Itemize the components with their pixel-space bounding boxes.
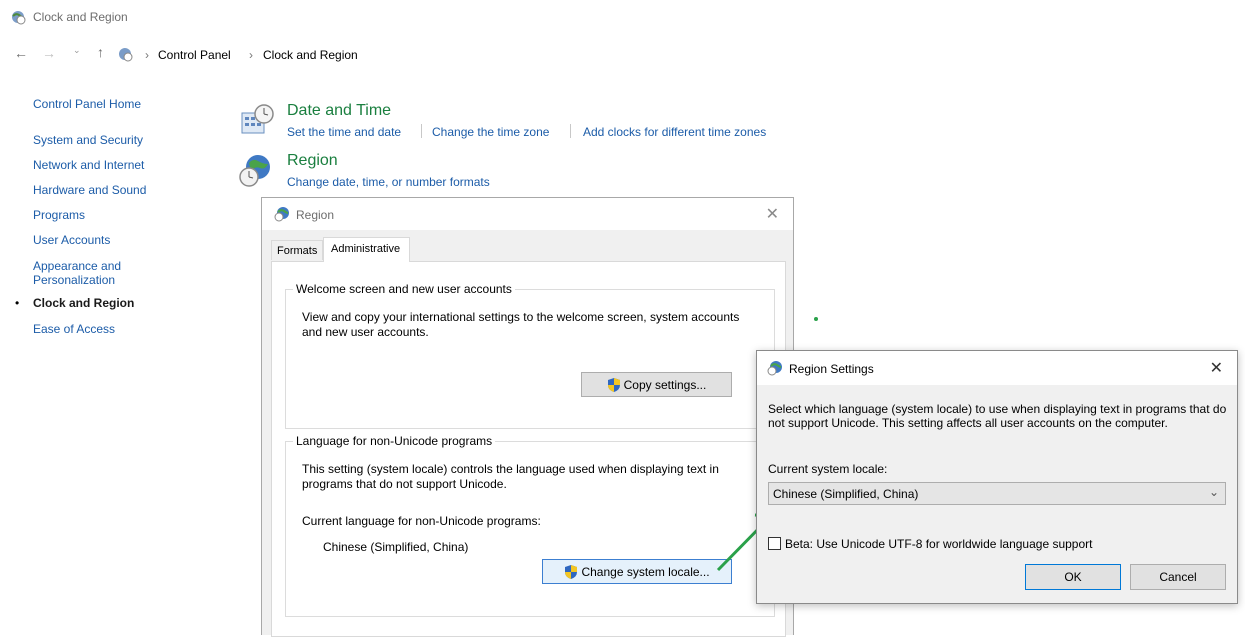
annotation-dot (814, 317, 818, 321)
date-and-time-title[interactable]: Date and Time (287, 102, 391, 120)
uac-shield-icon (565, 564, 578, 579)
sidebar-item-clock-and-region[interactable]: Clock and Region (33, 296, 134, 310)
change-formats-link[interactable]: Change date, time, or number formats (287, 175, 490, 189)
region-globe-icon (274, 206, 290, 222)
change-system-locale-button[interactable]: Change system locale... (542, 559, 732, 584)
address-location-icon (117, 46, 133, 62)
current-language-value: Chinese (Simplified, China) (323, 540, 469, 554)
window-title: Clock and Region (33, 10, 128, 24)
region-dialog-title: Region (296, 208, 335, 222)
copy-settings-label: Copy settings... (623, 377, 707, 392)
sidebar-item-appearance-and-personalization[interactable]: Appearance and Personalization (33, 259, 153, 287)
current-language-label: Current language for non-Unicode program… (302, 514, 541, 528)
cancel-button-label: Cancel (1159, 570, 1197, 584)
ok-button[interactable]: OK (1025, 564, 1121, 590)
welcome-screen-group-label: Welcome screen and new user accounts (293, 282, 515, 296)
close-icon[interactable]: ✕ (1210, 358, 1223, 378)
add-clocks-link[interactable]: Add clocks for different time zones (583, 125, 766, 139)
non-unicode-group-label: Language for non-Unicode programs (293, 434, 496, 448)
forward-icon[interactable]: → (42, 45, 56, 61)
breadcrumb-control-panel[interactable]: Control Panel (158, 48, 231, 62)
breadcrumb-separator-icon: › (145, 48, 149, 62)
welcome-screen-group: Welcome screen and new user accounts Vie… (285, 282, 775, 429)
region-dialog-titlebar[interactable]: Region ✕ (262, 198, 793, 230)
system-locale-select[interactable]: Chinese (Simplified, China) ⌄ (768, 482, 1226, 505)
region-settings-dialog: Region Settings ✕ Select which language … (756, 350, 1238, 604)
sidebar-item-ease-of-access[interactable]: Ease of Access (33, 322, 115, 336)
sidebar-item-control-panel-home[interactable]: Control Panel Home (33, 97, 141, 111)
set-time-and-date-link[interactable]: Set the time and date (287, 125, 401, 139)
sidebar-item-programs[interactable]: Programs (33, 208, 85, 222)
back-icon[interactable]: ← (14, 45, 28, 61)
calendar-clock-icon[interactable] (240, 103, 274, 137)
window-icon (10, 9, 26, 25)
non-unicode-group: Language for non-Unicode programs This s… (285, 434, 775, 617)
chevron-down-icon: ⌄ (1208, 485, 1219, 499)
region-settings-titlebar[interactable]: Region Settings ✕ (757, 351, 1237, 385)
globe-clock-icon[interactable] (238, 152, 274, 188)
utf8-beta-checkbox[interactable] (768, 537, 781, 550)
tab-formats-label: Formats (277, 245, 318, 257)
current-system-locale-label: Current system locale: (768, 462, 888, 476)
link-separator (421, 124, 422, 138)
system-locale-value: Chinese (Simplified, China) (773, 487, 919, 501)
recent-locations-chevron-icon[interactable]: ⌄ (73, 45, 81, 56)
uac-shield-icon (607, 377, 620, 392)
non-unicode-description: This setting (system locale) controls th… (302, 462, 719, 491)
navigation-bar: ← → ⌄ ↑ (0, 42, 137, 68)
region-title[interactable]: Region (287, 152, 338, 170)
sidebar-item-network-and-internet[interactable]: Network and Internet (33, 158, 144, 172)
tab-formats[interactable]: Formats (271, 240, 323, 260)
utf8-beta-label[interactable]: Beta: Use Unicode UTF-8 for worldwide la… (785, 537, 1093, 551)
change-system-locale-label: Change system locale... (581, 564, 710, 579)
up-icon[interactable]: ↑ (97, 44, 104, 60)
sidebar-item-system-and-security[interactable]: System and Security (33, 133, 143, 147)
link-separator (570, 124, 571, 138)
sidebar-item-hardware-and-sound[interactable]: Hardware and Sound (33, 183, 146, 197)
address-bar[interactable]: › Control Panel › Clock and Region (137, 42, 1245, 68)
change-time-zone-link[interactable]: Change the time zone (432, 125, 549, 139)
administrative-panel: Welcome screen and new user accounts Vie… (271, 261, 786, 637)
breadcrumb-separator-icon: › (249, 48, 253, 62)
close-icon[interactable]: ✕ (766, 204, 779, 224)
copy-settings-button[interactable]: Copy settings... (581, 372, 732, 397)
ok-button-label: OK (1064, 570, 1082, 584)
region-settings-title: Region Settings (789, 362, 874, 376)
breadcrumb-clock-and-region[interactable]: Clock and Region (263, 48, 358, 62)
sidebar-item-user-accounts[interactable]: User Accounts (33, 233, 110, 247)
region-globe-icon (767, 360, 783, 376)
active-bullet-icon: • (15, 296, 20, 310)
tab-administrative[interactable]: Administrative (323, 237, 410, 262)
tab-administrative-label: Administrative (331, 243, 401, 255)
cancel-button[interactable]: Cancel (1130, 564, 1226, 590)
region-settings-description: Select which language (system locale) to… (768, 402, 1227, 430)
welcome-screen-description: View and copy your international setting… (302, 310, 740, 339)
